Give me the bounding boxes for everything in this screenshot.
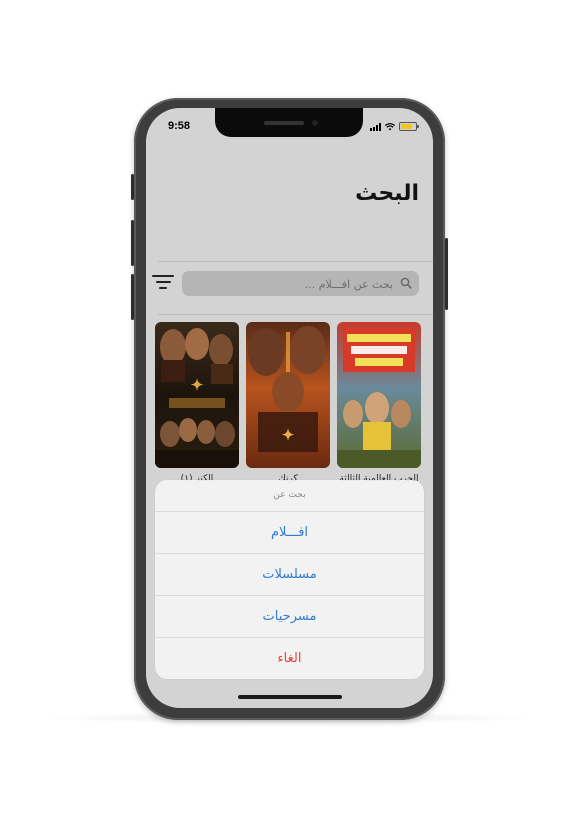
option-series[interactable]: مسلسلات <box>155 554 424 596</box>
movie-grid: ✦ ✦ الكنز (١) كرنك الحرب العالمية الثالث… <box>155 322 422 484</box>
mute-switch <box>131 174 134 200</box>
action-sheet: بحث عن افـــلام مسلسلات مسرحيات الغاء <box>155 480 424 679</box>
phone-frame: 9:58 البحث بحث عن افـــلام ... ✦ ✦ الكنز… <box>131 98 448 720</box>
option-movies[interactable]: افـــلام <box>155 512 424 554</box>
battery-icon <box>399 122 419 131</box>
svg-text:✦: ✦ <box>191 376 204 394</box>
header-divider <box>158 261 433 262</box>
volume-up-button <box>131 220 134 266</box>
home-indicator <box>238 695 342 699</box>
notch <box>215 108 363 137</box>
signal-icon <box>370 122 381 131</box>
poster-image: ✦ <box>155 322 239 468</box>
search-bar[interactable] <box>182 271 419 298</box>
phone-screen: 9:58 البحث بحث عن افـــلام ... ✦ ✦ الكنز… <box>146 108 433 708</box>
poster-image <box>337 322 421 468</box>
status-icons <box>370 122 419 131</box>
movie-poster[interactable]: ✦ <box>246 322 330 468</box>
status-time: 9:58 <box>168 120 191 132</box>
action-sheet-card: بحث عن افـــلام مسلسلات مسرحيات الغاء <box>155 480 424 679</box>
search-icon <box>400 277 412 289</box>
action-sheet-title: بحث عن <box>155 480 424 512</box>
volume-down-button <box>131 274 134 320</box>
speaker-grille <box>264 121 304 125</box>
search-divider <box>158 314 433 315</box>
power-button <box>445 238 448 310</box>
svg-text:✦: ✦ <box>282 426 295 444</box>
search-input[interactable] <box>188 271 395 298</box>
filter-button[interactable] <box>152 275 174 293</box>
front-camera <box>312 120 318 126</box>
movie-poster[interactable]: ✦ <box>155 322 239 468</box>
poster-image: ✦ <box>246 322 330 468</box>
cancel-button[interactable]: الغاء <box>155 638 424 679</box>
wifi-icon <box>385 122 395 130</box>
page-title: البحث <box>355 181 419 206</box>
movie-poster[interactable] <box>337 322 421 468</box>
option-plays[interactable]: مسرحيات <box>155 596 424 638</box>
